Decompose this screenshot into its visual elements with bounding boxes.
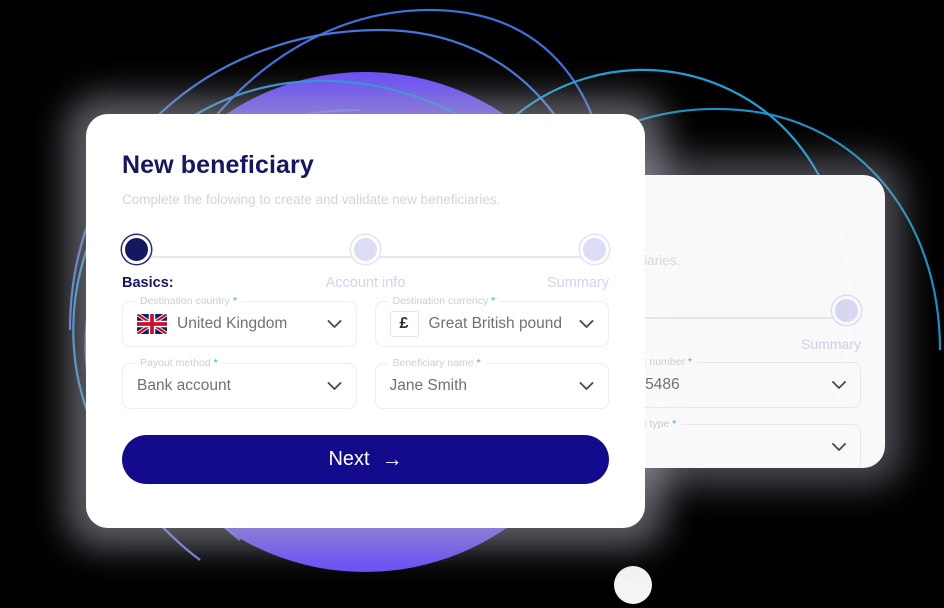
step-account-info[interactable]: Account info: [306, 235, 426, 292]
form-grid: Destination country * United Kingdom Des…: [122, 295, 609, 409]
field-destination-country[interactable]: Destination country * United Kingdom: [122, 295, 357, 347]
field-legend-beneficiary-name: Beneficiary name *: [387, 357, 486, 369]
new-beneficiary-card: New beneficiary Complete the folowing to…: [86, 114, 645, 528]
field-value-destination-currency: Great British pound: [428, 315, 563, 332]
field-legend-destination-country: Destination country *: [135, 295, 242, 307]
field-payout-method[interactable]: Payout method * Bank account: [122, 357, 357, 409]
gbp-currency-icon: £: [389, 311, 419, 337]
page-subtitle: Complete the folowing to create and vali…: [122, 192, 501, 207]
chevron-down-icon[interactable]: [832, 442, 846, 452]
chevron-down-icon[interactable]: [327, 319, 342, 329]
field-value-payout-method: Bank account: [137, 377, 231, 394]
step-dot-summary: [580, 235, 609, 264]
step-label-basics: Basics:: [122, 275, 174, 291]
chevron-down-icon[interactable]: [327, 381, 342, 391]
step-dot-basics: [122, 235, 151, 264]
page-title: New beneficiary: [122, 151, 314, 179]
field-beneficiary-name[interactable]: Beneficiary name * Jane Smith: [374, 357, 609, 409]
step-label-account-info: Account info: [325, 275, 406, 291]
chevron-down-icon[interactable]: [832, 380, 846, 390]
field-value-destination-country: United Kingdom: [177, 315, 288, 332]
field-value-beneficiary-name: Jane Smith: [389, 377, 468, 394]
stepper: Basics: Account info Summary: [122, 235, 609, 297]
field-legend-destination-currency: Destination currency *: [387, 295, 501, 307]
app-stage: Complete the folowing to create and vali…: [0, 0, 944, 608]
step-dot-account-info: [351, 235, 380, 264]
field-destination-currency[interactable]: Destination currency * £ Great British p…: [374, 295, 609, 347]
back-step-summary[interactable]: Summary: [741, 296, 861, 353]
step-label-summary: Summary: [546, 275, 609, 291]
chevron-down-icon[interactable]: [579, 319, 594, 329]
step-basics[interactable]: Basics:: [122, 235, 242, 292]
white-dot-decoration: [614, 566, 652, 604]
chevron-down-icon[interactable]: [579, 381, 594, 391]
back-step-label-summary: Summary: [801, 336, 861, 352]
uk-flag-icon: [137, 314, 167, 334]
back-step-dot-summary: [832, 296, 861, 325]
next-button[interactable]: Next →: [122, 435, 609, 484]
next-button-label: Next: [328, 448, 370, 470]
step-summary[interactable]: Summary: [489, 235, 609, 292]
arrow-right-icon: →: [381, 448, 403, 471]
field-legend-payout-method: Payout method *: [135, 357, 223, 369]
